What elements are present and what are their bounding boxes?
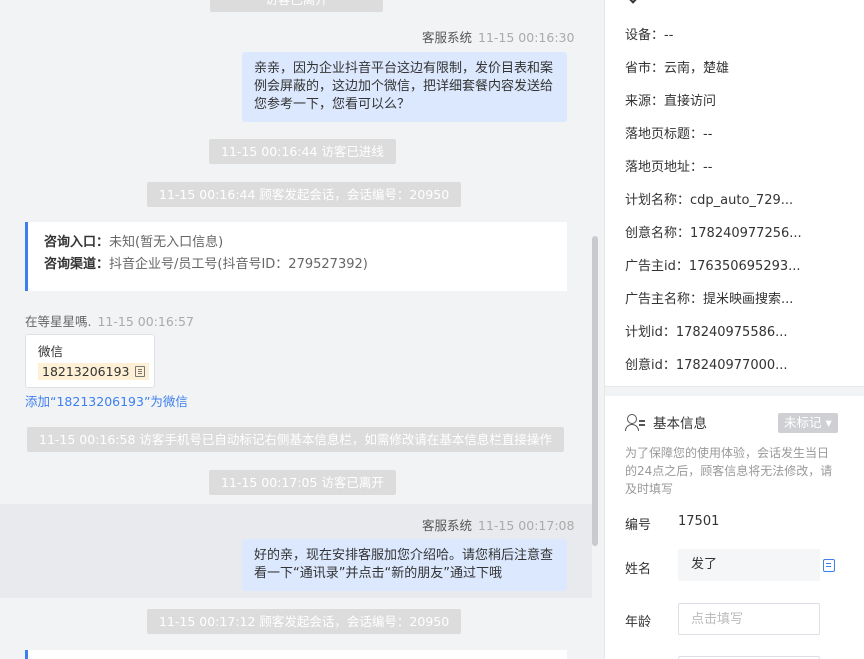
tag-dropdown-button[interactable]: 未标记 ▾ bbox=[778, 413, 838, 433]
agent-name: 客服系统 bbox=[422, 30, 473, 45]
system-notice: 11-15 00:16:44 顾客发起会话，会话编号：20950 bbox=[147, 182, 462, 207]
wechat-label: 微信 bbox=[38, 344, 64, 359]
name-field[interactable]: 发了 bbox=[678, 549, 820, 581]
info-landing-title: 落地页标题：-- bbox=[625, 127, 713, 142]
chat-scrollbar[interactable] bbox=[592, 236, 598, 546]
agent-name: 客服系统 bbox=[422, 518, 473, 533]
edit-notice: 为了保障您的使用体验，会话发生当日的24点之后，顾客信息将无法修改，请及时填写 bbox=[625, 446, 833, 496]
agent-message-bubble-1: 亲亲，因为企业抖音平台这边有限制，发价目表和案例会屏蔽的，这边加个微信，把详细套… bbox=[242, 52, 567, 122]
agent-message-bubble-2: 好的亲，现在安排客服加您介绍哈。请您稍后注意查看一下“通讯录”并点击“新的朋友”… bbox=[242, 539, 567, 591]
info-advertiser-name: 广告主名称：提米映画搜索... bbox=[625, 292, 794, 307]
id-label: 编号 bbox=[625, 518, 652, 533]
copy-icon[interactable] bbox=[135, 366, 146, 377]
age-field[interactable] bbox=[678, 603, 820, 635]
section-separator bbox=[605, 386, 864, 396]
id-value: 17501 bbox=[678, 514, 720, 529]
customer-info-pane: 设备：-- 省市：云南，楚雄 来源：直接访问 落地页标题：-- 落地页地址：--… bbox=[605, 0, 864, 659]
agent-header-1: 客服系统 11-15 00:16:30 bbox=[422, 27, 574, 46]
consult-info-card-partial bbox=[25, 650, 567, 659]
info-device: 设备：-- bbox=[625, 28, 674, 43]
basic-info-header: 基本信息 bbox=[625, 412, 707, 432]
consult-channel-row: 咨询渠道：抖音企业号/员工号(抖音号ID：279527392) bbox=[44, 257, 368, 272]
message-time: 11-15 00:16:57 bbox=[97, 314, 194, 329]
system-notice: 11-15 00:16:44 访客已进线 bbox=[209, 139, 396, 164]
visitor-header: 在等星星嗎. 11-15 00:16:57 bbox=[25, 311, 194, 330]
wechat-card: 微信 18213206193 bbox=[25, 334, 155, 388]
info-landing-url: 落地页地址：-- bbox=[625, 160, 713, 175]
info-source: 来源：直接访问 bbox=[625, 94, 717, 109]
age-label: 年龄 bbox=[625, 615, 652, 630]
info-region: 省市：云南，楚雄 bbox=[625, 61, 730, 76]
system-notice: 11-15 00:16:58 访客手机号已自动标记右侧基本信息栏，如需修改请在基… bbox=[27, 427, 564, 452]
info-advertiser-id: 广告主id：176350695293... bbox=[625, 259, 801, 274]
info-creative-name: 创意名称：178240977256... bbox=[625, 226, 802, 241]
section-title: 基本信息 bbox=[653, 416, 707, 432]
agent-header-2: 客服系统 11-15 00:17:08 bbox=[422, 515, 574, 534]
message-time: 11-15 00:17:08 bbox=[478, 518, 575, 533]
wechat-number: 18213206193 bbox=[42, 364, 130, 379]
system-notice: 11-15 00:17:12 顾客发起会话，会话编号：20950 bbox=[147, 609, 462, 634]
consult-info-card: 咨询入口：未知(暂无入口信息) 咨询渠道：抖音企业号/员工号(抖音号ID：279… bbox=[25, 222, 567, 291]
info-plan-id: 计划id：178240975586... bbox=[625, 325, 788, 340]
chat-pane: 访客已离开 客服系统 11-15 00:16:30 亲亲，因为企业抖音平台这边有限… bbox=[0, 0, 600, 659]
visitor-name: 在等星星嗎. bbox=[25, 314, 92, 329]
name-label: 姓名 bbox=[625, 562, 652, 577]
message-time: 11-15 00:16:30 bbox=[478, 30, 575, 45]
consult-entry-row: 咨询入口：未知(暂无入口信息) bbox=[44, 235, 224, 250]
info-plan-name: 计划名称：cdp_auto_729... bbox=[625, 193, 794, 208]
user-info-icon bbox=[625, 414, 645, 431]
system-notice: 11-15 00:17:05 访客已离开 bbox=[209, 470, 396, 495]
info-creative-id: 创意id：178240977000... bbox=[625, 358, 788, 373]
chevron-icon[interactable] bbox=[627, 0, 639, 4]
wechat-number-chip[interactable]: 18213206193 bbox=[38, 363, 150, 380]
add-wechat-link[interactable]: 添加“18213206193”为微信 bbox=[25, 391, 188, 410]
copy-icon[interactable] bbox=[823, 559, 835, 572]
system-notice-top: 访客已离开 bbox=[210, 0, 383, 12]
